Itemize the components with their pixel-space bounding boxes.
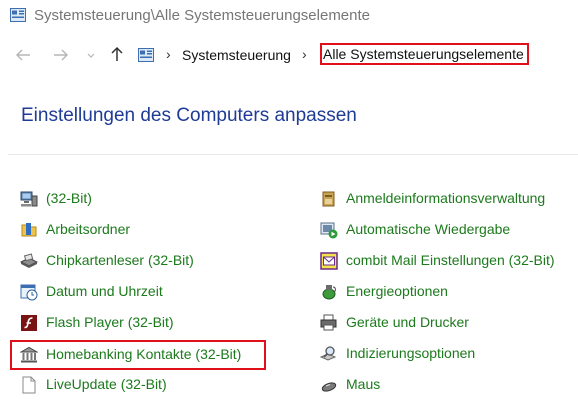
breadcrumb-current[interactable]: Alle Systemsteuerungselemente (320, 43, 529, 65)
list-item-label: Homebanking Kontakte (32-Bit) (46, 346, 242, 362)
list-item-label: Geräte und Drucker (346, 314, 469, 330)
list-item-label: Anmeldeinformationsverwaltung (346, 190, 546, 206)
search-index-icon (320, 346, 337, 361)
list-item-geraete-drucker[interactable]: Geräte und Drucker (320, 312, 578, 334)
document-icon (22, 376, 36, 394)
window-title: Systemsteuerung\Alle Systemsteuerungsele… (34, 7, 371, 24)
list-item-label: Indizierungsoptionen (346, 345, 476, 361)
back-button[interactable] (12, 46, 34, 66)
autoplay-icon (320, 222, 338, 239)
list-item-indizierungsoptionen[interactable]: Indizierungsoptionen (320, 343, 578, 365)
power-options-icon (322, 285, 336, 300)
calendar-clock-icon (20, 284, 38, 301)
list-item-label: Chipkartenleser (32-Bit) (46, 252, 194, 268)
arrow-left-icon (16, 49, 30, 61)
list-item-chipkartenleser[interactable]: Chipkartenleser (32-Bit) (20, 250, 260, 272)
list-item-label: Flash Player (32-Bit) (46, 314, 174, 330)
up-button[interactable] (106, 46, 128, 66)
address-bar[interactable]: › Systemsteuerung › Alle Systemsteuerung… (132, 42, 578, 68)
credential-vault-icon (322, 191, 335, 207)
divider (8, 154, 578, 155)
list-item-flash-player[interactable]: Flash Player (32-Bit) (20, 312, 260, 334)
computer-icon (20, 191, 38, 207)
page-title: Einstellungen des Computers anpassen (21, 105, 357, 126)
work-folder-icon (21, 223, 37, 237)
list-item-arbeitsordner[interactable]: Arbeitsordner (20, 219, 260, 241)
list-item-liveupdate[interactable]: LiveUpdate (32-Bit) (20, 374, 260, 396)
list-item-automatische-wiedergabe[interactable]: Automatische Wiedergabe (320, 219, 578, 241)
chevron-right-icon[interactable]: › (166, 46, 171, 62)
list-item-label: Datum und Uhrzeit (46, 283, 163, 299)
list-item-datum-uhrzeit[interactable]: Datum und Uhrzeit (20, 281, 260, 303)
list-item-label: Maus (346, 376, 381, 392)
chevron-right-icon[interactable]: › (302, 46, 307, 62)
list-item-label: LiveUpdate (32-Bit) (46, 376, 167, 392)
list-item-energieoptionen[interactable]: Energieoptionen (320, 281, 578, 303)
list-item-anmeldeinformationsverwaltung[interactable]: Anmeldeinformationsverwaltung (320, 188, 578, 210)
navigation-bar: › Systemsteuerung › Alle Systemsteuerung… (0, 40, 578, 72)
list-item-combit-mail[interactable]: combit Mail Einstellungen (32-Bit) (320, 250, 578, 272)
list-item-maus[interactable]: Maus (320, 374, 578, 396)
printer-icon (320, 314, 337, 331)
mail-icon (320, 252, 338, 270)
bank-icon (20, 346, 38, 363)
list-item-label: Arbeitsordner (46, 221, 131, 237)
list-item-homebanking-kontakte[interactable]: Homebanking Kontakte (32-Bit) (10, 340, 266, 370)
breadcrumb-systemsteuerung[interactable]: Systemsteuerung (182, 47, 291, 63)
list-item-label: combit Mail Einstellungen (32-Bit) (346, 252, 555, 268)
chevron-down-icon (87, 53, 95, 58)
list-item-label: Energieoptionen (346, 283, 448, 299)
list-item-computer[interactable]: (32-Bit) (20, 188, 260, 210)
card-reader-icon (20, 253, 38, 268)
list-item-label: Automatische Wiedergabe (346, 221, 511, 237)
recent-locations-button[interactable] (80, 46, 102, 66)
control-panel-icon (138, 48, 154, 62)
list-item-label: (32-Bit) (46, 190, 92, 206)
arrow-right-icon (54, 49, 68, 61)
mouse-icon (321, 382, 337, 392)
flash-icon (21, 315, 37, 331)
forward-button[interactable] (50, 46, 72, 66)
control-panel-icon (10, 8, 26, 22)
arrow-up-icon (111, 46, 123, 61)
title-bar: Systemsteuerung\Alle Systemsteuerungsele… (0, 0, 578, 32)
